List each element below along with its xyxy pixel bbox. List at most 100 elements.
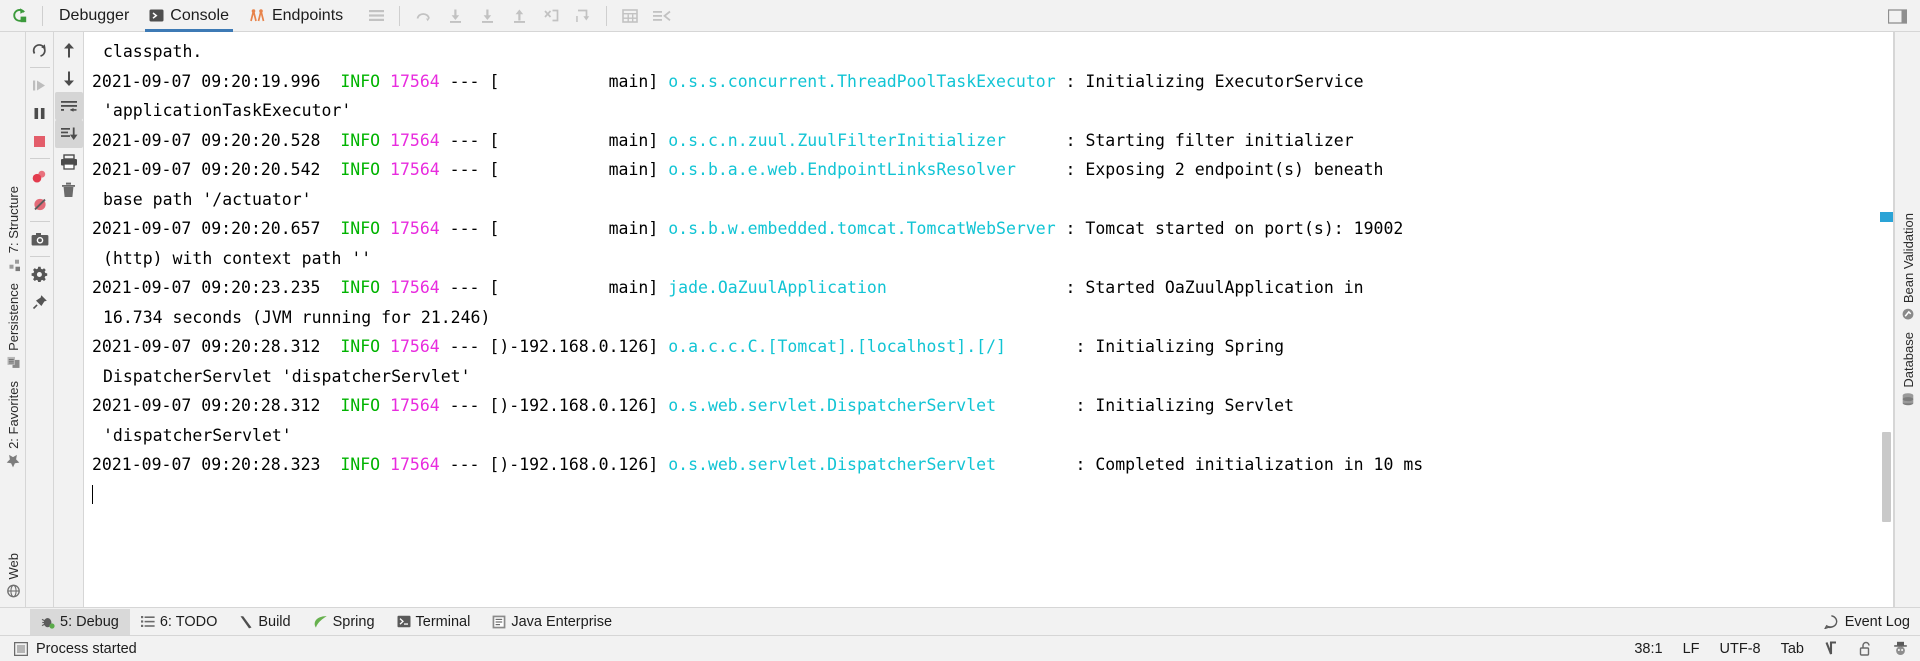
line-separator[interactable]: LF xyxy=(1683,641,1700,657)
sidebar-item-persistence[interactable]: Persistence xyxy=(6,277,21,375)
bottom-item-java-enterprise-label: Java Enterprise xyxy=(511,613,613,630)
console-segment-pid: 17564 xyxy=(390,455,440,474)
console-segment-pid: 17564 xyxy=(390,278,440,297)
sidebar-item-database-label: Database xyxy=(1900,332,1916,388)
layout-settings-icon[interactable] xyxy=(361,2,391,30)
unlocked-icon[interactable] xyxy=(1859,641,1873,656)
console-segment-plain xyxy=(380,72,390,91)
console-segment-plain: --- [)-192.168.0.126] xyxy=(439,337,669,356)
console-segment-log: o.a.c.c.C.[Tomcat].[localhost].[/] xyxy=(668,337,1006,356)
console-line xyxy=(92,480,1893,510)
scroll-to-end-icon[interactable] xyxy=(54,120,83,148)
java-enterprise-icon xyxy=(492,615,506,629)
bottom-item-debug-label: 5: Debug xyxy=(60,613,119,630)
arrow-up-icon[interactable] xyxy=(55,36,83,64)
print-icon[interactable] xyxy=(55,148,83,176)
console-segment-plain: : Tomcat started on port(s): 19002 xyxy=(1055,219,1404,238)
view-breakpoints-icon[interactable] xyxy=(27,162,53,190)
console-segment-plain: : Completed initialization in 10 ms xyxy=(996,455,1424,474)
drop-frame-icon[interactable] xyxy=(536,2,566,30)
sidebar-item-persistence-label: Persistence xyxy=(5,283,21,352)
console-segment-plain: 2021-09-07 09:20:19.996 xyxy=(92,71,341,91)
run-sep-3 xyxy=(29,221,50,222)
console-segment-plain: --- [ main] xyxy=(439,160,669,179)
bottom-item-java-enterprise[interactable]: Java Enterprise xyxy=(481,609,623,635)
console-segment-plain: : Initializing Servlet xyxy=(996,396,1295,415)
event-log-button[interactable]: Event Log xyxy=(1823,614,1910,630)
console-segment-plain: : Exposing 2 endpoint(s) beneath xyxy=(1015,160,1384,179)
console-segment-log: o.s.s.concurrent.ThreadPoolTaskExecutor xyxy=(668,71,1056,91)
force-step-into-icon[interactable] xyxy=(472,2,502,30)
toolbar-right-group xyxy=(1882,0,1912,32)
console-segment-plain: (http) with context path '' xyxy=(103,248,372,268)
trash-icon[interactable] xyxy=(55,176,83,204)
console-segment-info: INFO xyxy=(340,130,381,150)
step-over-icon[interactable] xyxy=(408,2,438,30)
bottom-item-todo[interactable]: 6: TODO xyxy=(130,609,228,635)
run-to-cursor-icon[interactable] xyxy=(568,2,598,30)
bottom-item-build[interactable]: Build xyxy=(228,609,301,635)
step-out-icon[interactable] xyxy=(504,2,534,30)
mute-breakpoints-icon[interactable] xyxy=(27,190,53,218)
tab-debugger[interactable]: Debugger xyxy=(49,1,139,31)
minimize-tool-window-icon[interactable] xyxy=(1882,2,1912,30)
console-line: 2021-09-07 09:20:20.542 INFO 17564 --- [… xyxy=(92,155,1893,185)
stop-icon[interactable] xyxy=(27,127,53,155)
run-sep-4 xyxy=(29,256,50,257)
sidebar-item-database[interactable]: Database xyxy=(1901,326,1916,412)
console-segment-plain: DispatcherServlet 'dispatcherServlet' xyxy=(103,366,471,386)
encoding[interactable]: UTF-8 xyxy=(1720,641,1761,657)
console-panel[interactable]: classpath. 2021-09-07 09:20:19.996 INFO 1… xyxy=(84,32,1894,607)
step-into-icon[interactable] xyxy=(440,2,470,30)
status-message-group: Process started xyxy=(14,641,137,657)
console-segment-plain: --- [ main] xyxy=(439,71,669,91)
console-scrollbar-thumb[interactable] xyxy=(1882,432,1891,522)
pin-icon[interactable] xyxy=(27,288,53,316)
tab-console[interactable]: Console xyxy=(139,1,239,32)
sidebar-item-favorites[interactable]: 2: Favorites xyxy=(6,375,21,474)
tab-endpoints-label: Endpoints xyxy=(271,6,344,24)
arrow-down-icon[interactable] xyxy=(55,64,83,92)
toolbar-separator-3 xyxy=(606,5,608,26)
bottom-item-debug[interactable]: 5: Debug xyxy=(30,608,130,635)
console-line: base path '/actuator' xyxy=(92,185,1893,215)
console-segment-plain: : Starting filter initializer xyxy=(1005,130,1354,150)
bottom-item-build-label: Build xyxy=(258,613,291,630)
sidebar-item-web[interactable]: Web xyxy=(6,547,21,604)
console-segment-plain: 2021-09-07 09:20:28.312 xyxy=(92,337,341,356)
console-segment-log: o.s.web.servlet.DispatcherServlet xyxy=(668,455,997,474)
tab-endpoints[interactable]: Endpoints xyxy=(239,1,353,31)
resume-program-icon[interactable] xyxy=(27,71,53,99)
console-segment-plain: 2021-09-07 09:20:20.542 xyxy=(92,160,341,179)
sidebar-item-bean-validation[interactable]: Bean Validation xyxy=(1901,207,1916,326)
rerun-button-side[interactable] xyxy=(27,36,53,64)
sidebar-item-favorites-label: 2: Favorites xyxy=(5,381,21,450)
indent-setting[interactable]: Tab xyxy=(1781,641,1804,657)
console-segment-plain xyxy=(380,396,390,415)
console-output[interactable]: classpath. 2021-09-07 09:20:19.996 INFO 1… xyxy=(84,32,1893,607)
hector-icon[interactable] xyxy=(1893,641,1908,656)
favorites-icon xyxy=(6,454,20,468)
console-segment-plain: classpath. xyxy=(103,42,203,61)
camera-icon[interactable] xyxy=(27,225,53,253)
git-branch-icon[interactable] xyxy=(1824,641,1839,656)
console-segment-pid: 17564 xyxy=(390,337,440,356)
bottom-item-terminal[interactable]: Terminal xyxy=(386,609,482,635)
run-control-column xyxy=(26,32,54,607)
caret-position[interactable]: 38:1 xyxy=(1634,641,1662,657)
console-line: 2021-09-07 09:20:20.528 INFO 17564 --- [… xyxy=(92,126,1893,156)
console-line: 2021-09-07 09:20:28.312 INFO 17564 --- [… xyxy=(92,391,1893,421)
console-scrollbar[interactable] xyxy=(1880,32,1893,607)
endpoints-icon xyxy=(249,8,266,23)
sidebar-item-structure-label: 7: Structure xyxy=(5,186,21,254)
rerun-button[interactable] xyxy=(2,1,36,31)
console-segment-plain: --- [ main] xyxy=(439,278,669,297)
bottom-item-spring[interactable]: Spring xyxy=(302,609,386,635)
gear-icon[interactable] xyxy=(27,260,53,288)
sidebar-item-structure[interactable]: 7: Structure xyxy=(6,180,21,277)
evaluate-expression-icon[interactable] xyxy=(615,2,645,30)
watches-icon[interactable] xyxy=(647,2,677,30)
soft-wrap-icon[interactable] xyxy=(54,92,83,120)
console-line: 'applicationTaskExecutor' xyxy=(92,96,1893,126)
pause-program-icon[interactable] xyxy=(27,99,53,127)
